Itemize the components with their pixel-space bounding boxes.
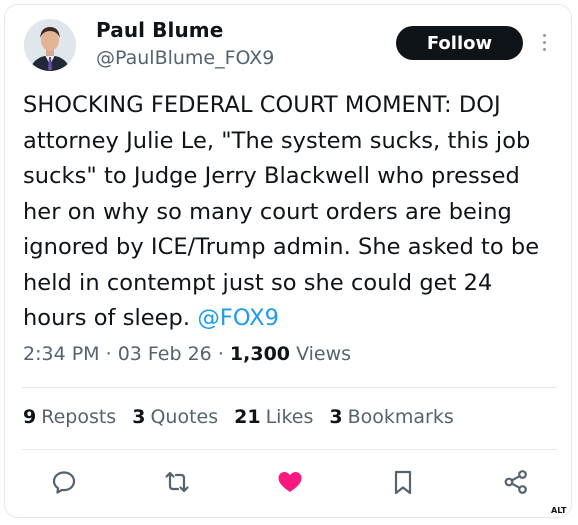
reposts-count: 9 [23,406,37,428]
divider [22,449,557,450]
avatar-image [24,19,76,71]
share-icon[interactable] [502,468,530,496]
author-name[interactable]: Paul Blume [96,18,223,42]
divider [22,387,557,388]
bookmarks-count: 3 [329,406,343,428]
likes-count: 21 [234,406,261,428]
bookmark-icon[interactable] [389,468,417,496]
quotes-stat[interactable]: 3 Quotes [132,406,218,428]
views-label: Views [296,343,352,365]
like-icon[interactable] [276,468,304,496]
reply-icon[interactable] [50,468,78,496]
retweet-icon[interactable] [163,468,191,496]
meta-separator: · [105,343,112,365]
follow-button[interactable]: Follow [396,26,523,60]
more-options-icon[interactable] [537,31,551,55]
likes-label: Likes [265,406,314,428]
mention-link[interactable]: @FOX9 [197,305,279,331]
meta-separator: · [217,343,224,365]
alt-badge[interactable]: ALT [551,506,566,515]
reposts-stat[interactable]: 9 Reposts [23,406,116,428]
likes-stat[interactable]: 21 Likes [234,406,313,428]
quotes-count: 3 [132,406,146,428]
tweet-time[interactable]: 2:34 PM [23,343,100,365]
reposts-label: Reposts [41,406,117,428]
views-count: 1,300 [229,343,291,365]
bookmarks-stat[interactable]: 3 Bookmarks [329,406,453,428]
tweet-meta: 2:34 PM · 03 Feb 26 · 1,300 Views [23,343,351,365]
bookmarks-label: Bookmarks [347,406,454,428]
tweet-body: SHOCKING FEDERAL COURT MOMENT: DOJ attor… [23,92,540,331]
engagement-stats: 9 Reposts 3 Quotes 21 Likes 3 Bookmarks [23,406,454,428]
tweet-text: SHOCKING FEDERAL COURT MOMENT: DOJ attor… [23,88,563,337]
avatar[interactable] [24,19,76,71]
quotes-label: Quotes [150,406,219,428]
tweet-date[interactable]: 03 Feb 26 [118,343,212,365]
author-handle[interactable]: @PaulBlume_FOX9 [96,47,274,69]
